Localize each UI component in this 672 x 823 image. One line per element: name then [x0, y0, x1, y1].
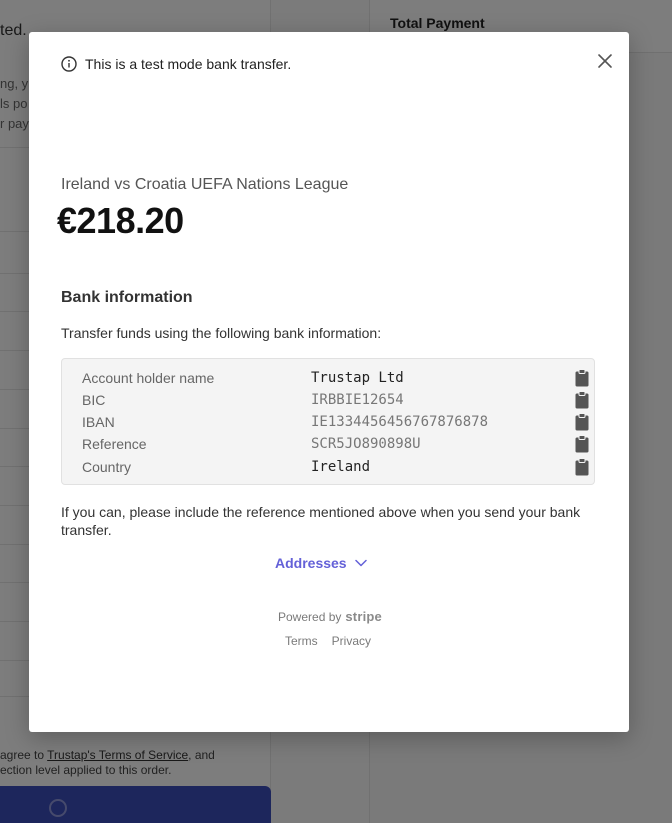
- close-icon[interactable]: [595, 51, 615, 71]
- addresses-toggle[interactable]: Addresses: [275, 555, 367, 571]
- merchant-title: Ireland vs Croatia UEFA Nations League: [61, 176, 349, 193]
- stripe-logo: stripe: [345, 609, 382, 624]
- powered-by-text: Powered by: [278, 609, 342, 624]
- bank-row-account-holder: Account holder name Trustap Ltd: [82, 369, 590, 390]
- bank-row-iban: IBAN IE1334456456767876878: [82, 413, 590, 434]
- bank-details-box: Account holder name Trustap Ltd BIC IRBB…: [61, 358, 595, 485]
- chevron-down-icon: [354, 559, 367, 567]
- bank-transfer-modal: This is a test mode bank transfer. Irela…: [29, 32, 629, 732]
- privacy-link[interactable]: Privacy: [332, 634, 371, 648]
- bank-row-value: SCR5JO890898U: [311, 436, 421, 452]
- bank-row-label: Account holder name: [82, 370, 215, 386]
- bank-row-value: IRBBIE12654: [311, 392, 404, 408]
- payment-amount: €218.20: [57, 200, 184, 241]
- transfer-instructions: Transfer funds using the following bank …: [61, 325, 382, 341]
- info-circle-icon: [61, 56, 77, 72]
- clipboard-icon[interactable]: [575, 458, 589, 476]
- bank-row-label: IBAN: [82, 414, 115, 430]
- bank-row-country: Country Ireland: [82, 458, 590, 479]
- reference-note: If you can, please include the reference…: [61, 504, 581, 538]
- test-mode-banner: This is a test mode bank transfer.: [61, 56, 291, 72]
- clipboard-icon[interactable]: [575, 413, 589, 431]
- clipboard-icon[interactable]: [575, 435, 589, 453]
- footer-links: Terms Privacy: [285, 634, 371, 648]
- bank-row-label: Country: [82, 459, 132, 475]
- bank-row-label: Reference: [82, 436, 147, 452]
- bank-row-value: IE1334456456767876878: [311, 414, 489, 430]
- addresses-label: Addresses: [275, 555, 347, 571]
- test-mode-text: This is a test mode bank transfer.: [85, 56, 292, 72]
- clipboard-icon[interactable]: [575, 369, 589, 387]
- bank-row-value: Trustap Ltd: [311, 370, 404, 386]
- bank-row-reference: Reference SCR5JO890898U: [82, 435, 590, 456]
- bank-row-value: Ireland: [311, 459, 371, 475]
- bank-row-bic: BIC IRBBIE12654: [82, 391, 590, 412]
- terms-link[interactable]: Terms: [285, 634, 318, 648]
- powered-by-stripe: Powered by stripe: [278, 609, 382, 624]
- bank-row-label: BIC: [82, 392, 106, 408]
- bank-information-heading: Bank information: [61, 289, 193, 306]
- clipboard-icon[interactable]: [575, 391, 589, 409]
